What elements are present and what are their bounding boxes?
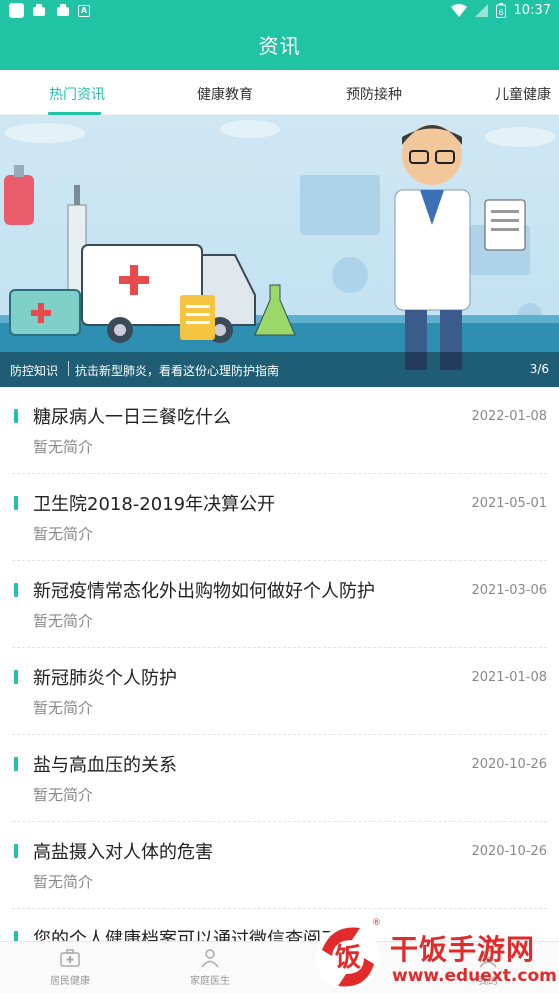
- nav-label: 居民健康: [50, 976, 90, 987]
- page-title: 资讯: [258, 34, 301, 58]
- news-item[interactable]: 糖尿病人一日三餐吃什么 2022-01-08 暂无简介: [12, 387, 547, 474]
- news-date: 2020-10-26: [471, 757, 547, 772]
- banner-category: 防控知识: [10, 364, 59, 378]
- news-list: 糖尿病人一日三餐吃什么 2022-01-08 暂无简介 卫生院2018-2019…: [0, 387, 559, 993]
- news-date: 2020-10-26: [471, 844, 547, 859]
- banner-page-indicator: 3/6: [529, 362, 549, 376]
- caption-divider: [68, 361, 69, 376]
- tab-vaccination[interactable]: 预防接种: [346, 84, 402, 104]
- watermark-url: www.eduext.com: [392, 966, 557, 986]
- bug-icon: [33, 3, 45, 16]
- watermark-logo-icon: 饭: [316, 926, 380, 990]
- news-item[interactable]: 高盐摄入对人体的危害 2020-10-26 暂无简介: [12, 822, 547, 909]
- news-title: 卫生院2018-2019年决算公开: [33, 494, 276, 515]
- svg-text:6: 6: [498, 8, 503, 17]
- bug-icon: [57, 3, 69, 16]
- news-marker: [14, 496, 18, 510]
- news-marker: [14, 409, 18, 423]
- news-item[interactable]: 新冠肺炎个人防护 2021-01-08 暂无简介: [12, 648, 547, 735]
- news-title: 新冠肺炎个人防护: [33, 668, 177, 689]
- news-summary: 暂无简介: [33, 873, 94, 891]
- medical-box-icon: [60, 949, 80, 967]
- news-title: 盐与高血压的关系: [33, 755, 177, 776]
- status-bar: A 6 10:37: [0, 0, 559, 24]
- watermark: 饭 ® 干饭手游网 www.eduext.com: [312, 918, 559, 993]
- banner-carousel[interactable]: 防控知识 抗击新型肺炎，看看这份心理防护指南 3/6: [0, 115, 559, 387]
- news-date: 2022-01-08: [471, 409, 547, 424]
- news-marker: [14, 670, 18, 684]
- news-summary: 暂无简介: [33, 438, 94, 456]
- news-summary: 暂无简介: [33, 786, 94, 804]
- banner-title: 抗击新型肺炎，看看这份心理防护指南: [75, 364, 280, 378]
- nav-resident-health[interactable]: 居民健康: [30, 948, 110, 987]
- news-marker: [14, 844, 18, 858]
- news-item[interactable]: 卫生院2018-2019年决算公开 2021-05-01 暂无简介: [12, 474, 547, 561]
- news-title: 糖尿病人一日三餐吃什么: [33, 407, 231, 428]
- news-title: 高盐摄入对人体的危害: [33, 842, 213, 863]
- news-date: 2021-05-01: [471, 496, 547, 511]
- category-tabs: 热门资讯 健康教育 预防接种 儿童健康: [0, 70, 559, 115]
- news-item[interactable]: 盐与高血压的关系 2020-10-26 暂无简介: [12, 735, 547, 822]
- news-date: 2021-03-06: [471, 583, 547, 598]
- doctor-icon: [201, 949, 219, 968]
- tab-hot-news[interactable]: 热门资讯: [49, 84, 105, 104]
- tab-health-education[interactable]: 健康教育: [197, 84, 253, 104]
- news-marker: [14, 757, 18, 771]
- news-summary: 暂无简介: [33, 525, 94, 543]
- nav-family-doctor[interactable]: 家庭医生: [170, 948, 250, 987]
- news-summary: 暂无简介: [33, 699, 94, 717]
- status-time: 10:37: [513, 3, 551, 18]
- font-badge-icon: A: [78, 4, 90, 17]
- watermark-brand: 干饭手游网: [390, 933, 536, 966]
- svg-text:饭: 饭: [335, 943, 361, 973]
- banner-caption: 防控知识 抗击新型肺炎，看看这份心理防护指南 3/6: [0, 352, 559, 387]
- signal-icon: [474, 4, 488, 17]
- news-summary: 暂无简介: [33, 612, 94, 630]
- nav-label: 家庭医生: [190, 976, 230, 987]
- battery-icon: 6: [495, 3, 506, 18]
- banner-illustration: [0, 120, 559, 387]
- news-title: 新冠疫情常态化外出购物如何做好个人防护: [33, 581, 375, 602]
- news-item[interactable]: 新冠疫情常态化外出购物如何做好个人防护 2021-03-06 暂无简介: [12, 561, 547, 648]
- tab-child-health[interactable]: 儿童健康: [495, 84, 551, 104]
- notification-icon: [9, 3, 24, 18]
- wifi-icon: [450, 4, 467, 17]
- news-date: 2021-01-08: [471, 670, 547, 685]
- app-header: A 6 10:37 资讯: [0, 0, 559, 70]
- registered-mark-icon: ®: [372, 918, 381, 928]
- news-marker: [14, 583, 18, 597]
